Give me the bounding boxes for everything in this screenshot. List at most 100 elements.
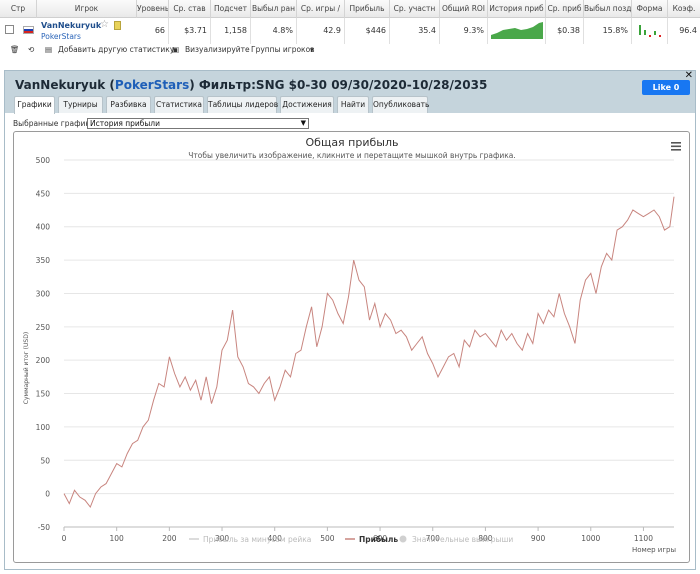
row-select-checkbox[interactable]	[5, 25, 14, 34]
col-header-coef[interactable]: Коэф.	[668, 0, 700, 18]
tab-leaderboards[interactable]: Таблицы лидеров	[207, 96, 278, 113]
col-header-avg-entrants[interactable]: Ср. участн	[390, 0, 440, 18]
cell-early-out: 4.8%	[251, 18, 297, 44]
facebook-like-button[interactable]: Like 0	[642, 80, 690, 95]
chart-select[interactable]: История прибыли ▼	[87, 118, 309, 129]
y-tick-label: 250	[36, 323, 51, 332]
chart-select-value: История прибыли	[90, 119, 160, 128]
y-tick-label: 300	[36, 289, 51, 298]
player-panel: VanNekuryuk (PokerStars) Фильтр:SNG $0-3…	[4, 70, 696, 570]
col-header-page[interactable]: Стр	[0, 0, 37, 18]
title-filter: Фильтр:SNG $0-30 09/30/2020-10/28/2035	[198, 78, 488, 92]
cell-coef: 96.4	[679, 26, 697, 35]
x-tick-label: 200	[162, 534, 177, 543]
player-site-link[interactable]: PokerStars	[41, 32, 81, 41]
x-tick-label: 900	[531, 534, 546, 543]
col-header-player[interactable]: Игрок	[37, 0, 137, 18]
cell-level: 66	[137, 18, 169, 44]
chevron-down-icon[interactable]: ▾	[310, 45, 314, 54]
player-name-link[interactable]: VanNekuryuk	[41, 21, 101, 30]
col-header-avg-stake[interactable]: Ср. став	[169, 0, 211, 18]
panel-title: VanNekuryuk (PokerStars) Фильтр:SNG $0-3…	[15, 78, 488, 92]
trash-icon[interactable]: 🗑	[10, 45, 20, 54]
y-tick-label: 200	[36, 356, 51, 365]
cell-avg-entrants: 35.4	[390, 18, 440, 44]
tab-breakdown[interactable]: Разбивка	[106, 96, 151, 113]
cell-count: 1,158	[211, 18, 251, 44]
col-header-profit-history[interactable]: История приб	[488, 0, 546, 18]
y-tick-label: 0	[45, 490, 50, 499]
col-header-avg-profit[interactable]: Ср. приб	[546, 0, 584, 18]
col-header-total-roi[interactable]: Общий ROI	[440, 0, 488, 18]
y-tick-label: 350	[36, 256, 51, 265]
panel-header: VanNekuryuk (PokerStars) Фильтр:SNG $0-3…	[5, 70, 695, 114]
star-icon[interactable]: ☆	[100, 19, 109, 30]
tab-charts[interactable]: Графики	[14, 96, 55, 114]
sparkline-area	[491, 22, 543, 39]
visualize-button[interactable]: Визуализируйте	[185, 45, 250, 54]
cell-avg-game: 42.9	[297, 18, 345, 44]
col-header-early-out[interactable]: Выбыл ран	[251, 0, 297, 18]
legend-item[interactable]: Прибыль	[345, 535, 398, 544]
note-icon[interactable]	[114, 21, 121, 30]
add-stat-icon[interactable]: ▤	[45, 45, 52, 54]
y-tick-label: 100	[36, 423, 51, 432]
col-header-count[interactable]: Подсчет	[211, 0, 251, 18]
refresh-icon[interactable]: ⟲	[28, 45, 34, 54]
app-root: Стр Игрок Уровень Ср. став Подсчет Выбыл…	[0, 0, 700, 574]
tab-tournaments[interactable]: Турниры	[58, 96, 103, 113]
legend-item[interactable]: Значительные выигрыши	[399, 535, 514, 544]
chart-menu-icon[interactable]	[671, 142, 681, 151]
stats-table: Стр Игрок Уровень Ср. став Подсчет Выбыл…	[0, 0, 700, 44]
form-bar	[644, 30, 646, 35]
add-stat-button[interactable]: Добавить другую статистику	[58, 45, 174, 54]
y-axis-label: Суммарный итог (USD)	[23, 332, 30, 404]
form-bar	[659, 35, 661, 37]
form-bar	[654, 31, 656, 35]
player-groups-button[interactable]: Группы игроков	[251, 45, 315, 54]
tab-find[interactable]: Найти	[337, 96, 369, 113]
form-bar	[649, 35, 651, 37]
chart-container[interactable]: Общая прибыль Чтобы увеличить изображени…	[13, 131, 690, 563]
cell-profit: $446	[345, 18, 390, 44]
title-site-link[interactable]: PokerStars	[115, 78, 189, 92]
cell-avg-profit: $0.38	[546, 18, 584, 44]
stats-header: Стр Игрок Уровень Ср. став Подсчет Выбыл…	[0, 0, 700, 18]
visualize-icon[interactable]: ▣	[172, 45, 179, 54]
legend-label: Прибыль за минусом рейка	[203, 535, 311, 544]
legend-label: Значительные выигрыши	[412, 535, 513, 544]
x-tick-label: 1100	[634, 534, 653, 543]
cell-late-out: 15.8%	[584, 18, 632, 44]
legend-label: Прибыль	[359, 535, 398, 544]
legend-item[interactable]: Прибыль за минусом рейка	[189, 535, 311, 544]
form-bars	[639, 25, 661, 37]
x-tick-label: 500	[320, 534, 335, 543]
x-tick-label: 0	[62, 534, 67, 543]
russia-flag-icon	[23, 26, 34, 34]
title-player: VanNekuryuk	[15, 78, 106, 92]
tab-publish[interactable]: Опубликовать	[372, 96, 429, 113]
tab-statistics[interactable]: Статистика	[154, 96, 204, 113]
profit-history-sparkline	[491, 22, 543, 39]
y-tick-label: 50	[40, 456, 50, 465]
table-toolbar: 🗑 ⟲ ▤ Добавить другую статистику ▣ Визуа…	[0, 44, 700, 58]
col-header-profit[interactable]: Прибыль	[345, 0, 390, 18]
chart-subtitle: Чтобы увеличить изображение, кликните и …	[188, 151, 516, 160]
col-header-avg-game[interactable]: Ср. игры /	[297, 0, 345, 18]
x-tick-label: 100	[110, 534, 125, 543]
y-tick-label: 150	[36, 390, 51, 399]
y-tick-label: 400	[36, 223, 51, 232]
col-header-late-out[interactable]: Выбыл позд	[584, 0, 632, 18]
cell-total-roi: 9.3%	[440, 18, 488, 44]
selected-charts-label: Выбранные графики:	[13, 119, 98, 128]
x-axis-label: Номер игры	[632, 546, 676, 554]
legend-marker	[399, 535, 407, 543]
tab-achievements[interactable]: Достижения	[280, 96, 334, 113]
col-header-form[interactable]: Форма	[632, 0, 668, 18]
form-bar	[639, 25, 641, 35]
y-tick-label: -50	[38, 523, 50, 532]
chevron-down-icon: ▼	[300, 119, 306, 127]
chart-title: Общая прибыль	[306, 136, 399, 149]
col-header-level[interactable]: Уровень	[137, 0, 169, 18]
profit-chart[interactable]: Общая прибыль Чтобы увеличить изображени…	[14, 132, 689, 562]
